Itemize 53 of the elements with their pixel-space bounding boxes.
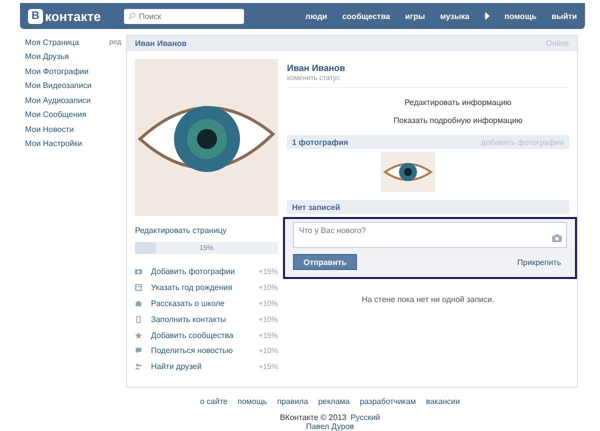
profile-name: Иван Иванов [287,63,346,73]
info-link[interactable]: Редактировать информацию [404,98,512,107]
task-link[interactable]: Поделиться новостью [151,346,259,356]
nav-link[interactable]: сообщества [342,12,390,20]
calendar-icon [135,284,142,292]
task-link[interactable]: Рассказать о школе [151,298,259,308]
task-link[interactable]: Указать год рождения [151,283,259,292]
task-link[interactable]: Добавить фотографии [151,267,259,276]
task-link[interactable]: Добавить сообщества [151,330,259,340]
search-icon [128,12,136,20]
sidebar-item[interactable]: Мои Новости [25,124,74,134]
sidebar-item[interactable]: Моя Страница [25,38,80,47]
sidebar-item[interactable]: Мои Настройки [25,139,82,148]
phone-icon [135,316,142,323]
sidebar-item[interactable]: Мои Фотографии [25,66,89,76]
nav-link[interactable]: люди [305,12,328,20]
site-logo[interactable]: В контакте [28,8,124,24]
post-input-field[interactable]: Что у Вас нового? [293,222,567,248]
people-icon [135,363,142,370]
edit-page-link[interactable]: Редактировать страницу [135,226,278,235]
empty-wall-message: На стене пока нет ни одной записи. [360,295,496,304]
task-link[interactable]: Найти друзей [151,362,259,372]
task-link[interactable]: Заполнить контакты [151,314,259,324]
section-title: Нет записей [292,202,340,212]
profile-name-title: Иван Иванов [135,39,187,48]
sidebar-item[interactable]: Мои Сообщения [25,110,86,120]
search-field[interactable]: Поиск [124,8,244,24]
footer-link[interactable]: вакансии [426,397,460,406]
footer-link[interactable]: реклама [318,397,350,406]
nav-link[interactable]: музыка [440,12,470,20]
sidebar-item[interactable]: Мои Видеозаписи [25,81,92,90]
sidebar-item[interactable]: Мои Аудиозаписи [25,96,91,105]
building-icon [135,300,142,307]
nav-link[interactable]: игры [405,12,426,20]
send-button[interactable]: Отправить [293,254,357,270]
sidebar-item[interactable]: Мои Друзья [25,52,69,62]
nav-link[interactable]: помощь [504,12,536,20]
section-title: 1 фотография [292,138,348,146]
speech-bubble-icon [135,347,142,354]
nav-link[interactable]: выйти [551,12,577,20]
language-link[interactable]: Русский [350,413,380,422]
eye-thumbnail-drawing[interactable] [381,152,435,192]
footer-link[interactable]: правила [277,397,308,406]
play-icon[interactable] [484,12,490,20]
footer-link[interactable]: помощь [238,397,268,406]
star-icon [135,332,142,339]
author-link[interactable]: Павел Дуров [306,422,354,431]
camera-icon [135,268,142,276]
copyright-text: ВКонтакте © 2013 [280,413,346,422]
attach-link[interactable]: Прикрепить [517,258,561,266]
footer-link[interactable]: разработчикам [360,397,416,406]
info-link[interactable]: Показать подробную информацию [394,116,522,125]
footer-link[interactable]: о сайте [200,397,228,406]
